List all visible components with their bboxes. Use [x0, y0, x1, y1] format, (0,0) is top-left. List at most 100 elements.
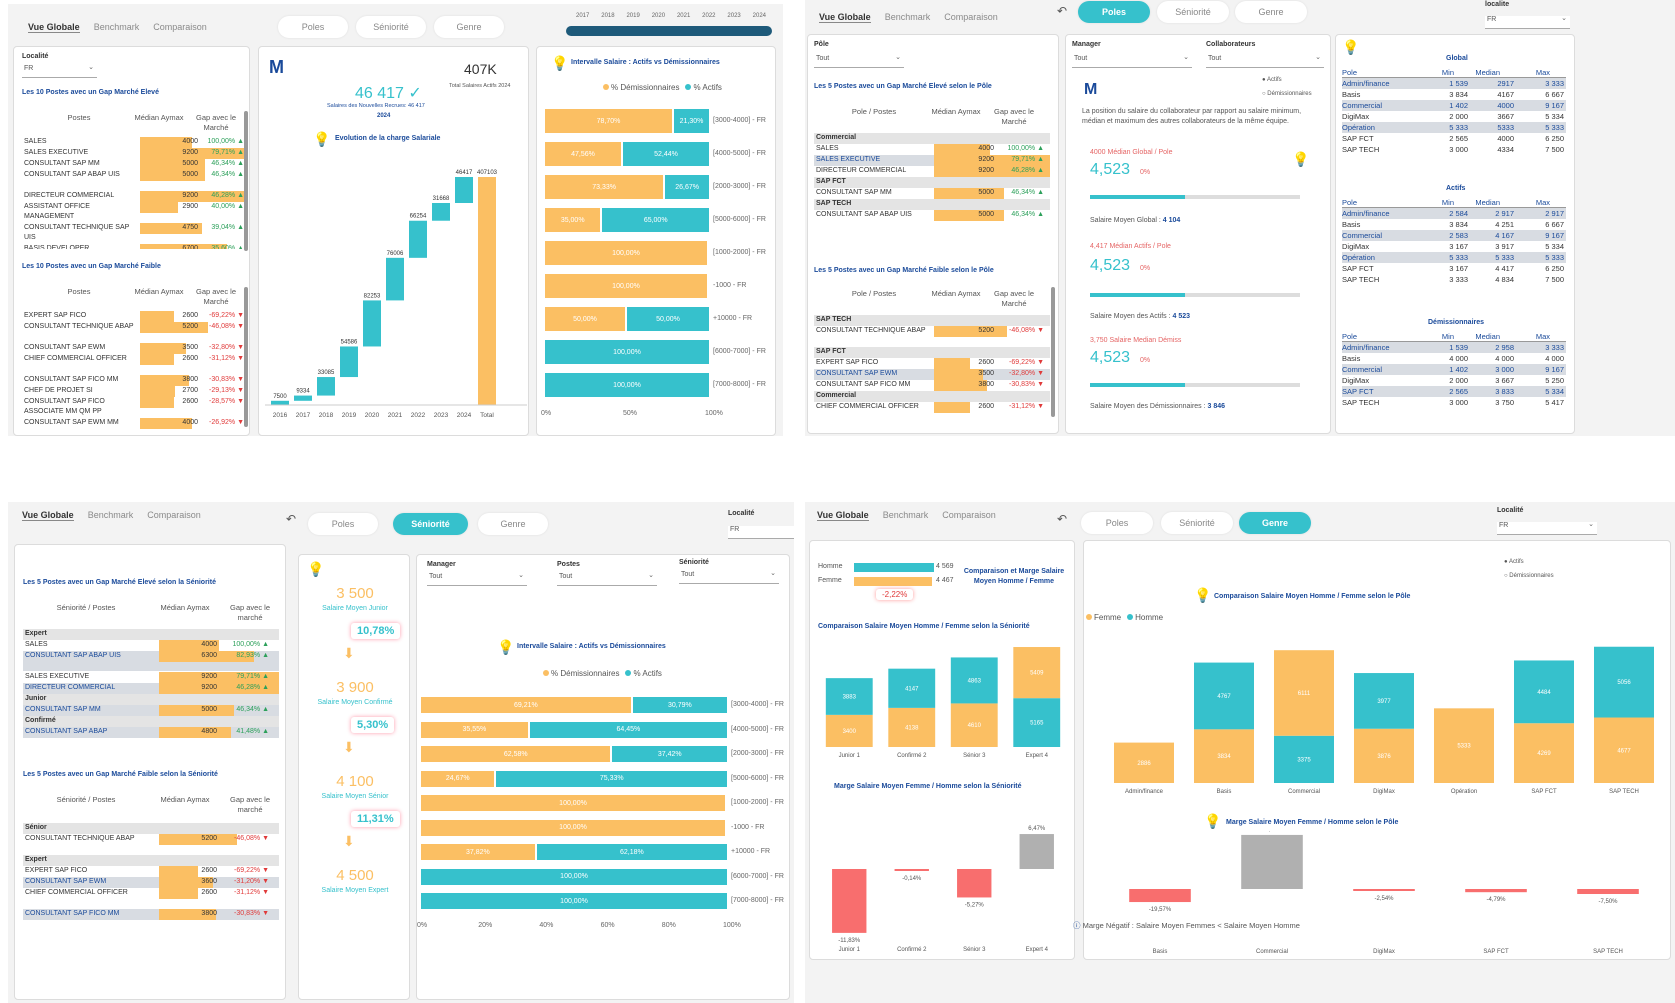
table-row[interactable]: DigiMax 3 167 3 917 5 334 — [1342, 241, 1566, 252]
back-icon[interactable]: ↶ — [1057, 512, 1067, 526]
localite-select[interactable]: FR — [1497, 520, 1597, 535]
group-row[interactable]: SAP FCT — [814, 347, 1050, 358]
tab-comparaison[interactable]: Comparaison — [147, 510, 201, 521]
table-row[interactable]: Admin/finance 2 584 2 917 2 917 — [1342, 208, 1566, 219]
table-row[interactable]: Basis 3 834 4167 6 667 — [1342, 89, 1566, 100]
table-row[interactable]: SAP FCT 3 167 4 417 6 250 — [1342, 263, 1566, 274]
table-row[interactable]: CONSULTANT SAP ABAP UIS 5000 46,34% — [22, 170, 244, 190]
pill-genre[interactable]: Genre — [434, 16, 504, 38]
table-row[interactable]: CONSULTANT TECHNIQUE SAP UIS 4750 39,04% — [22, 223, 244, 243]
group-row[interactable]: Confirmé — [23, 716, 279, 727]
pill-genre[interactable]: Genre — [478, 513, 548, 535]
group-row[interactable]: SAP FCT — [814, 177, 1050, 188]
pill-poles[interactable]: Poles — [1078, 1, 1150, 23]
table-row[interactable]: SALES 4000 100,00% — [814, 144, 1050, 155]
table-row[interactable]: CONSULTANT SAP FICO ASSOCIATE MM QM PP 26… — [22, 397, 244, 417]
table-row[interactable]: CHIEF COMMERCIAL OFFICER 2600 -31,12% — [23, 888, 279, 908]
group-row[interactable]: Expert — [23, 855, 279, 866]
group-row[interactable]: SAP TECH — [814, 199, 1050, 210]
table-row[interactable]: Opération 5 333 5333 5 333 — [1342, 122, 1566, 133]
table-row[interactable]: CONSULTANT TECHNIQUE ABAP 5200 -46,08% — [23, 834, 279, 854]
table-row[interactable]: CONSULTANT SAP FICO MM 3800 -30,83% — [22, 375, 244, 386]
table-row[interactable]: EXPERT SAP FICO 2600 -69,22% — [22, 311, 244, 322]
tab-comparaison[interactable]: Comparaison — [153, 22, 207, 33]
table-row[interactable]: CONSULTANT SAP EWM 3600 -31,20% — [23, 877, 279, 888]
group-row[interactable]: Junior — [23, 694, 279, 705]
pill-seniorite[interactable]: Séniorité — [356, 16, 426, 38]
manager-select[interactable]: Tout — [427, 571, 527, 586]
tab-benchmark[interactable]: Benchmark — [885, 12, 931, 23]
table-row[interactable]: SAP TECH 3 000 3 750 5 417 — [1342, 397, 1566, 408]
table-row[interactable]: Opération 5 333 5 333 5 333 — [1342, 252, 1566, 263]
localite-select[interactable]: FR — [1485, 14, 1570, 29]
seniorite-select[interactable]: Tout — [679, 569, 779, 584]
table-row[interactable]: SALES EXECUTIVE 9200 79,71% — [22, 148, 244, 159]
tab-vue-globale[interactable]: Vue Globale — [22, 510, 74, 521]
table-row[interactable]: Basis 3 834 4 251 6 667 — [1342, 219, 1566, 230]
back-icon[interactable]: ↶ — [1057, 4, 1067, 18]
tab-benchmark[interactable]: Benchmark — [94, 22, 140, 33]
collab-select[interactable]: Tout — [1206, 53, 1324, 68]
localite-select[interactable]: FR — [22, 63, 97, 78]
pill-poles[interactable]: Poles — [1081, 512, 1153, 534]
group-row[interactable]: Commercial — [814, 391, 1050, 402]
table-row[interactable]: CONSULTANT TECHNIQUE ABAP 5200 -46,08% — [22, 322, 244, 342]
table-row[interactable]: DIRECTEUR COMMERCIAL 9200 46,28% — [23, 683, 279, 694]
table-row[interactable]: SAP TECH 3 000 4334 7 500 — [1342, 144, 1566, 155]
table-row[interactable]: SAP FCT 2 565 4000 6 250 — [1342, 133, 1566, 144]
group-row[interactable]: Commercial — [814, 133, 1050, 144]
table-row[interactable]: CONSULTANT SAP MM 5000 46,34% — [814, 188, 1050, 199]
table-row[interactable]: CONSULTANT SAP EWM MM 4000 -26,92% — [22, 418, 244, 429]
table-row[interactable]: CONSULTANT SAP MM 5000 46,34% — [22, 159, 244, 170]
table-row[interactable]: Commercial 2 583 4 167 9 167 — [1342, 230, 1566, 241]
table-row[interactable]: CHIEF COMMERCIAL OFFICER 2600 -31,12% — [814, 402, 1050, 422]
table-row[interactable]: DIRECTEUR COMMERCIAL 9200 46,28% — [814, 166, 1050, 177]
table-row[interactable]: Admin/finance 1 539 2917 3 333 — [1342, 78, 1566, 89]
table-row[interactable]: CHIEF COMMERCIAL OFFICER 2600 -31,12% — [22, 354, 244, 374]
table-row[interactable]: CONSULTANT SAP ABAP UIS 5000 46,34% — [814, 210, 1050, 230]
radio-actifs[interactable]: ● Actifs — [1262, 77, 1282, 83]
table-row[interactable]: CONSULTANT SAP MM 5000 46,34% — [23, 705, 279, 716]
table-row[interactable]: SALES EXECUTIVE 9200 79,71% — [814, 155, 1050, 166]
back-icon[interactable]: ↶ — [286, 512, 296, 526]
pill-poles[interactable]: Poles — [278, 16, 348, 38]
table-row[interactable]: EXPERT SAP FICO 2600 -69,22% — [23, 866, 279, 877]
table-row[interactable]: CHEF DE PROJET SI 2700 -29,13% — [22, 386, 244, 397]
tab-comparaison[interactable]: Comparaison — [942, 510, 996, 521]
tab-vue-globale[interactable]: Vue Globale — [819, 12, 871, 23]
scrollbar[interactable] — [1051, 287, 1055, 417]
table-row[interactable]: Basis 4 000 4 000 4 000 — [1342, 353, 1566, 364]
tab-vue-globale[interactable]: Vue Globale — [817, 510, 869, 521]
table-row[interactable]: BASIS DEVELOPER 6700 35,60% — [22, 244, 244, 249]
table-row[interactable]: CONSULTANT SAP ABAP UIS 6300 82,93% — [23, 651, 279, 671]
table-row[interactable]: CONSULTANT SAP EWM 3500 -32,80% — [22, 343, 244, 354]
tab-benchmark[interactable]: Benchmark — [88, 510, 134, 521]
table-row[interactable]: DIRECTEUR COMMERCIAL 9200 46,28% — [22, 191, 244, 202]
tab-benchmark[interactable]: Benchmark — [883, 510, 929, 521]
table-row[interactable]: CONSULTANT SAP FICO MM 3800 -30,83% — [23, 909, 279, 920]
pill-seniorite[interactable]: Séniorité — [1157, 1, 1229, 23]
table-row[interactable]: CONSULTANT SAP EWM 3500 -32,80% — [814, 369, 1050, 380]
table-row[interactable]: Commercial 1 402 4000 9 167 — [1342, 100, 1566, 111]
pill-seniorite[interactable]: Séniorité — [393, 513, 468, 535]
radio-actifs[interactable]: ● Actifs — [1504, 559, 1524, 565]
table-row[interactable]: Admin/finance 1 539 2 958 3 333 — [1342, 342, 1566, 353]
table-row[interactable]: DigiMax 2 000 3667 5 334 — [1342, 111, 1566, 122]
table-row[interactable]: SALES 4000 100,00% — [22, 137, 244, 148]
group-row[interactable]: Sénior — [23, 823, 279, 834]
localite-select[interactable]: FR — [728, 526, 794, 539]
table-row[interactable]: EXPERT SAP FICO 2600 -69,22% — [814, 358, 1050, 369]
group-row[interactable]: SAP TECH — [814, 315, 1050, 326]
table-row[interactable]: CONSULTANT SAP FICO MM 3800 -30,83% — [814, 380, 1050, 391]
table-row[interactable]: DigiMax 2 000 3 667 5 250 — [1342, 375, 1566, 386]
table-row[interactable]: SAP FCT 2 565 3 833 5 334 — [1342, 386, 1566, 397]
year-slider[interactable] — [566, 26, 772, 36]
table-row[interactable]: Commercial 1 402 3 000 9 167 — [1342, 364, 1566, 375]
scrollbar[interactable] — [244, 111, 248, 251]
tab-vue-globale[interactable]: Vue Globale — [28, 22, 80, 33]
pill-seniorite[interactable]: Séniorité — [1161, 512, 1233, 534]
scrollbar[interactable] — [244, 287, 248, 427]
pole-select[interactable]: Tout — [814, 53, 904, 68]
pill-poles[interactable]: Poles — [308, 513, 378, 535]
manager-select[interactable]: Tout — [1072, 53, 1192, 68]
